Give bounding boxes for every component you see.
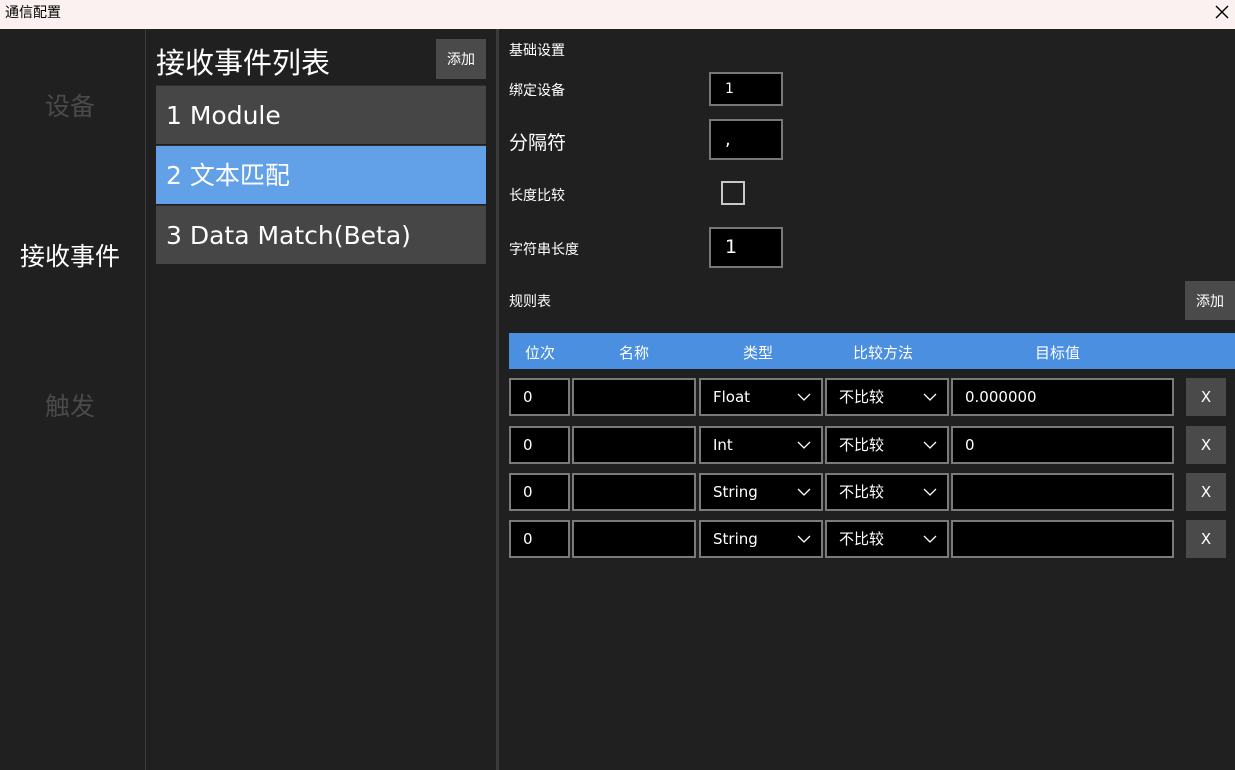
string-length-field[interactable]: 1: [709, 227, 783, 268]
rule-target-field[interactable]: 0: [951, 426, 1174, 464]
rule-method-select[interactable]: 不比较: [825, 473, 949, 511]
bind-device-label: 绑定设备: [509, 83, 565, 99]
rule-position-field[interactable]: 0: [509, 473, 570, 511]
rule-type-select[interactable]: String: [699, 473, 823, 511]
rule-name-field[interactable]: [572, 378, 696, 416]
rule-method-value: 不比较: [839, 483, 885, 501]
col-header-target-value: 目标值: [1035, 344, 1081, 362]
rule-position-field[interactable]: 0: [509, 520, 570, 558]
rule-type-value: Int: [713, 436, 733, 454]
nav-item-trigger[interactable]: 触发: [0, 387, 140, 423]
divider: [145, 29, 146, 770]
rule-method-select[interactable]: 不比较: [825, 378, 949, 416]
chevron-down-icon: [923, 488, 937, 496]
add-rule-button[interactable]: 添加: [1185, 281, 1235, 320]
rule-type-select[interactable]: Float: [699, 378, 823, 416]
col-header-compare-method: 比较方法: [853, 344, 914, 362]
rule-name-field[interactable]: [572, 426, 696, 464]
close-button[interactable]: [1209, 0, 1235, 24]
delete-rule-button[interactable]: X: [1186, 378, 1226, 416]
title-bar: 通信配置: [0, 0, 1235, 29]
chevron-down-icon: [797, 441, 811, 449]
chevron-down-icon: [797, 535, 811, 543]
basic-settings-title: 基础设置: [509, 43, 565, 59]
bind-device-field[interactable]: 1: [709, 72, 783, 106]
rule-method-select[interactable]: 不比较: [825, 520, 949, 558]
window-title: 通信配置: [5, 5, 61, 21]
rule-type-select[interactable]: String: [699, 520, 823, 558]
rule-position-field[interactable]: 0: [509, 378, 570, 416]
rule-target-field[interactable]: 0.000000: [951, 378, 1174, 416]
rule-position-field[interactable]: 0: [509, 426, 570, 464]
chevron-down-icon: [923, 393, 937, 401]
chevron-down-icon: [797, 393, 811, 401]
col-header-position: 位次: [525, 344, 556, 362]
string-length-label: 字符串长度: [509, 242, 579, 258]
close-icon: [1215, 5, 1229, 19]
add-event-button[interactable]: 添加: [436, 39, 486, 79]
event-item-text-match[interactable]: 2 文本匹配: [156, 145, 486, 204]
rule-target-field[interactable]: [951, 473, 1174, 511]
col-header-name: 名称: [619, 344, 650, 362]
rule-target-field[interactable]: [951, 520, 1174, 558]
nav-item-device[interactable]: 设备: [0, 87, 140, 123]
left-nav: 设备 接收事件 触发: [0, 29, 145, 770]
col-header-type: 类型: [743, 344, 774, 362]
rule-type-value: Float: [713, 388, 751, 406]
chevron-down-icon: [923, 441, 937, 449]
event-item-module[interactable]: 1 Module: [156, 85, 486, 144]
length-compare-checkbox[interactable]: [721, 181, 745, 205]
rule-method-value: 不比较: [839, 436, 885, 454]
length-compare-label: 长度比较: [509, 188, 565, 204]
rule-method-value: 不比较: [839, 388, 885, 406]
rule-name-field[interactable]: [572, 520, 696, 558]
chevron-down-icon: [797, 488, 811, 496]
separator-label: 分隔符: [509, 132, 567, 154]
rules-table-header: 位次 名称 类型 比较方法 目标值: [509, 333, 1235, 369]
chevron-down-icon: [923, 535, 937, 543]
nav-item-receive-events[interactable]: 接收事件: [0, 237, 140, 273]
separator-field[interactable]: ,: [709, 119, 783, 160]
rule-type-select[interactable]: Int: [699, 426, 823, 464]
rule-type-value: String: [713, 483, 758, 501]
event-list-title: 接收事件列表: [156, 46, 331, 80]
rule-method-value: 不比较: [839, 530, 885, 548]
rule-method-select[interactable]: 不比较: [825, 426, 949, 464]
event-item-data-match[interactable]: 3 Data Match(Beta): [156, 205, 486, 264]
splitter[interactable]: [496, 29, 499, 770]
delete-rule-button[interactable]: X: [1186, 473, 1226, 511]
rules-title: 规则表: [509, 294, 551, 310]
rule-type-value: String: [713, 530, 758, 548]
rule-name-field[interactable]: [572, 473, 696, 511]
delete-rule-button[interactable]: X: [1186, 426, 1226, 464]
delete-rule-button[interactable]: X: [1186, 520, 1226, 558]
